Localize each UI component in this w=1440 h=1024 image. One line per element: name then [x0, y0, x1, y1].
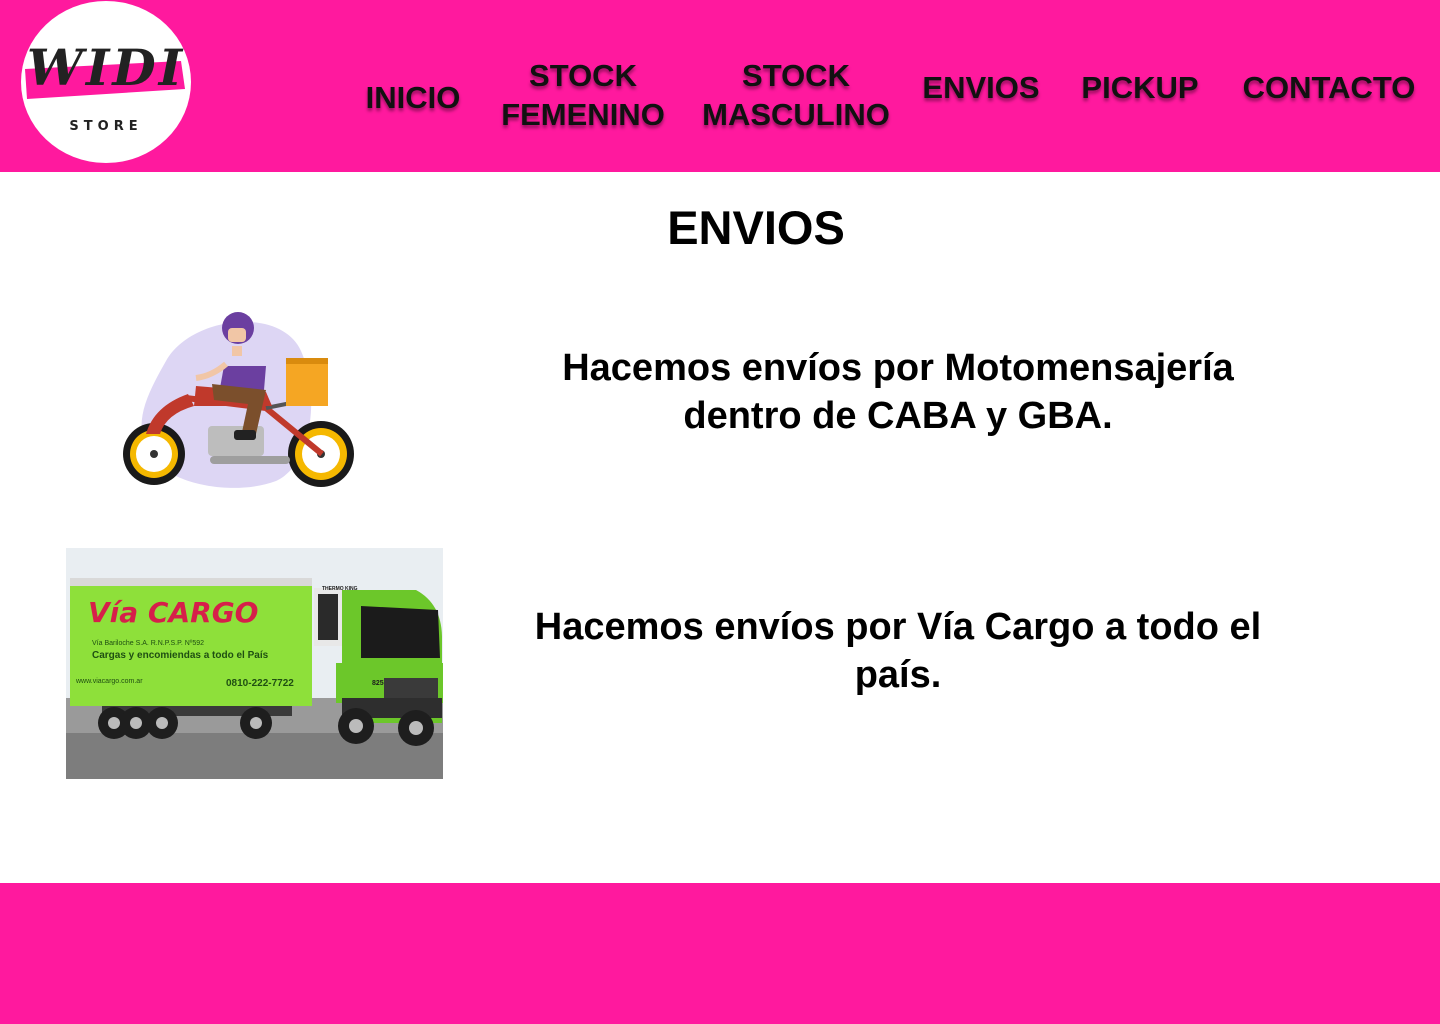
moto-shipping-text: Hacemos envíos por Motomensajería dentro… [562, 347, 1234, 437]
truck-slogan-text: Cargas y encomiendas a todo el País [92, 650, 269, 661]
via-cargo-truck-image: Vía CARGO Vía Bariloche S.A. R.N.P.S.P. … [66, 548, 443, 779]
brand-logo[interactable]: WIDI STORE [21, 1, 191, 163]
nav-item-envios[interactable]: ENVIOS [914, 68, 1048, 107]
nav-item-label-line: STOCK [742, 58, 850, 93]
logo-subtitle: STORE [69, 119, 143, 134]
page-title: ENVIOS [667, 201, 845, 254]
nav-item-stock-masculino[interactable]: STOCK MASCULINO [692, 56, 900, 134]
truck-reefer-brand-text: THERMO KING [322, 586, 358, 592]
truck-website-text: www.viacargo.com.ar [76, 678, 143, 685]
motorcycle-courier-image [116, 306, 360, 492]
nav-item-stock-femenino[interactable]: STOCK FEMENINO [494, 56, 672, 134]
site-footer [0, 883, 1440, 1024]
nav-item-contacto[interactable]: CONTACTO [1230, 68, 1428, 107]
nav-item-label-line: STOCK [529, 58, 637, 93]
nav-item-label-line: MASCULINO [702, 97, 890, 132]
truck-company-text: Vía Bariloche S.A. R.N.P.S.P. Nº592 [92, 640, 205, 647]
nav-item-pickup[interactable]: PICKUP [1074, 68, 1206, 107]
nav-item-inicio[interactable]: INICIO [352, 78, 474, 117]
via-cargo-shipping-text: Hacemos envíos por Vía Cargo a todo el p… [534, 606, 1262, 696]
truck-brand-text: Vía CARGO [88, 596, 259, 629]
site-header: WIDI STORE INICIO STOCK FEMENINO STOCK M… [0, 0, 1440, 172]
nav-item-label-line: FEMENINO [501, 97, 665, 132]
truck-phone-text: 0810-222-7722 [226, 678, 294, 689]
logo-wordmark: WIDI [26, 38, 186, 97]
truck-unit-number: 825 [372, 680, 384, 687]
